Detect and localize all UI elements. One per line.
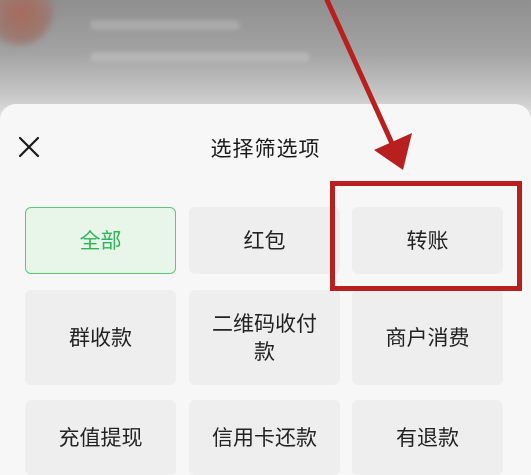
blurred-text-line [90,20,240,30]
option-label: 全部 [79,228,122,253]
option-label: 二维码收付款 [212,311,317,364]
sheet-title: 选择筛选项 [210,137,321,161]
annotation-highlight-box [330,181,522,291]
option-merchant-spending[interactable]: 商户消费 [352,290,503,385]
option-top-up-withdraw[interactable]: 充值提现 [25,400,176,475]
option-label: 商户消费 [385,325,470,350]
blurred-text-line [90,52,310,62]
option-label: 充值提现 [58,425,143,450]
option-label: 群收款 [69,325,132,350]
option-credit-card-repayment[interactable]: 信用卡还款 [189,400,340,475]
blurred-background [0,0,531,118]
option-label: 信用卡还款 [212,425,317,450]
option-all[interactable]: 全部 [25,207,176,274]
option-group-collection[interactable]: 群收款 [25,290,176,385]
blurred-avatar [0,0,54,46]
option-red-packet[interactable]: 红包 [189,207,340,274]
option-label: 红包 [243,228,286,253]
option-label: 有退款 [396,425,459,450]
option-qr-code-payment[interactable]: 二维码收付款 [189,290,340,385]
option-refunded[interactable]: 有退款 [352,400,503,475]
